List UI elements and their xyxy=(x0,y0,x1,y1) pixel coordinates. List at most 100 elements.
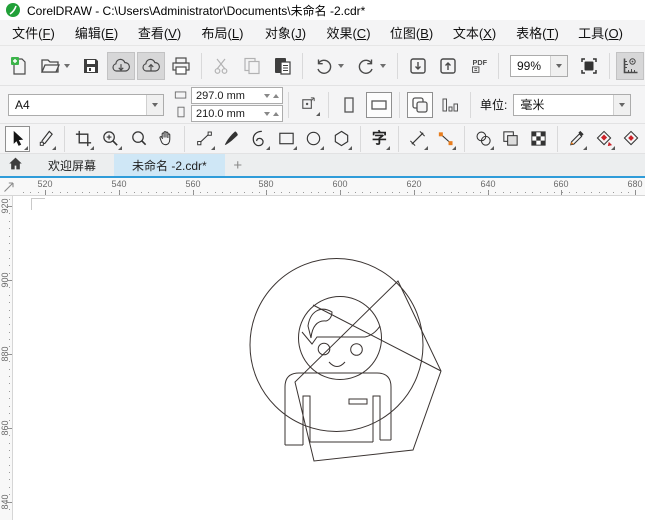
horizontal-ruler[interactable]: 520 540 560 580 600 620 640 660 680 xyxy=(0,178,645,196)
smile[interactable] xyxy=(328,361,346,367)
text-icon: 字 xyxy=(371,130,387,147)
welcome-home-button[interactable] xyxy=(0,154,30,176)
b-spline-tool[interactable] xyxy=(246,126,271,152)
portrait-button[interactable] xyxy=(336,92,362,118)
property-bar: A4 297.0 mm 210.0 mm 单位: 毫米 xyxy=(0,86,645,124)
ellipse-tool[interactable] xyxy=(301,126,326,152)
pan-tool[interactable] xyxy=(153,126,178,152)
zoom-level-combo[interactable]: 99% xyxy=(510,54,568,77)
import-button[interactable] xyxy=(404,52,432,80)
menu-effects[interactable]: 效果(C) xyxy=(317,23,380,42)
chevron-down-icon[interactable] xyxy=(146,94,163,115)
show-rulers-button[interactable] xyxy=(616,51,644,80)
pattern-fill-tool[interactable] xyxy=(526,126,551,152)
undo-button[interactable] xyxy=(309,52,349,80)
artwork[interactable] xyxy=(13,196,645,520)
pdf-share-button[interactable]: PDF xyxy=(464,52,492,80)
autofit-page-button[interactable] xyxy=(295,92,322,118)
redo-button[interactable] xyxy=(351,52,391,80)
ruler-label: 600 xyxy=(332,179,348,189)
chevron-down-icon[interactable] xyxy=(550,55,567,76)
all-pages-button[interactable] xyxy=(407,91,433,118)
titlebar: CorelDRAW - C:\Users\Administrator\Docum… xyxy=(0,0,645,20)
hair-curl[interactable] xyxy=(307,308,333,339)
export-button[interactable] xyxy=(434,52,462,80)
page-height-input[interactable]: 210.0 mm xyxy=(191,105,283,122)
vertical-ruler[interactable]: 920 900 880 860 840 xyxy=(0,196,13,520)
freehand-icon xyxy=(194,129,214,149)
right-strap[interactable] xyxy=(372,395,381,442)
new-document-button[interactable] xyxy=(5,52,33,80)
menu-object[interactable]: 对象(J) xyxy=(254,23,317,42)
dimension-tool[interactable] xyxy=(405,126,430,152)
zoom-level-value: 99% xyxy=(517,58,542,73)
menu-bitmap[interactable]: 位图(B) xyxy=(380,23,443,42)
diagonal-line[interactable] xyxy=(312,304,442,372)
artistic-media-tool[interactable] xyxy=(219,126,244,152)
units-label: 单位: xyxy=(480,98,508,112)
menu-tools[interactable]: 工具(O) xyxy=(569,23,632,42)
page-size-combo[interactable]: A4 xyxy=(8,93,164,116)
right-eye[interactable] xyxy=(350,343,363,356)
separator xyxy=(609,52,610,79)
rectangle-tool[interactable] xyxy=(274,126,299,152)
spinner-arrows[interactable] xyxy=(264,109,282,119)
drawing-canvas[interactable] xyxy=(13,196,645,520)
menubar: 文件(F) 编辑(E) 查看(V) 布局(L) 对象(J) 效果(C) 位图(B) 文本(X)… xyxy=(0,20,645,46)
document-tabbar: 欢迎屏幕 未命名 -2.cdr* + xyxy=(0,154,645,178)
zoom-in-tool[interactable] xyxy=(98,126,123,152)
cut-button[interactable] xyxy=(208,52,236,80)
paste-button[interactable] xyxy=(268,52,296,80)
landscape-button[interactable] xyxy=(366,91,392,118)
new-tab-button[interactable]: + xyxy=(225,154,251,176)
copy-button[interactable] xyxy=(238,52,266,80)
tab-welcome[interactable]: 欢迎屏幕 xyxy=(30,154,114,176)
text-tool[interactable]: 字 xyxy=(367,126,392,152)
menu-layout[interactable]: 布局(L) xyxy=(191,23,254,42)
units-combo[interactable]: 毫米 xyxy=(513,93,632,116)
pattern-fill-icon xyxy=(528,129,548,149)
torso[interactable] xyxy=(284,372,392,445)
current-page-button[interactable] xyxy=(437,92,463,118)
outer-circle[interactable] xyxy=(249,258,424,432)
fullscreen-preview-button[interactable] xyxy=(575,52,603,80)
chest-pocket[interactable] xyxy=(348,398,368,405)
rectangle-icon xyxy=(276,129,296,149)
tab-document[interactable]: 未命名 -2.cdr* xyxy=(114,154,225,176)
page-width-input[interactable]: 297.0 mm xyxy=(191,87,283,104)
freehand-tool[interactable] xyxy=(191,126,216,152)
toolbox: 字 xyxy=(0,124,645,154)
separator xyxy=(557,125,558,152)
smart-fill-tool[interactable] xyxy=(619,126,644,152)
shape-tool[interactable] xyxy=(32,126,57,152)
transparency-tool[interactable] xyxy=(498,126,523,152)
cloud-download-button[interactable] xyxy=(107,51,135,80)
color-eyedropper-tool[interactable] xyxy=(564,126,589,152)
save-button[interactable] xyxy=(77,52,105,80)
torso-bottom-edges[interactable] xyxy=(285,439,391,446)
menu-edit[interactable]: 编辑(E) xyxy=(65,23,128,42)
print-button[interactable] xyxy=(167,52,195,80)
cloud-upload-button[interactable] xyxy=(137,51,165,80)
interactive-fill-tool[interactable] xyxy=(591,126,616,152)
chevron-down-icon[interactable] xyxy=(613,94,631,115)
home-icon xyxy=(8,156,23,174)
pick-tool[interactable] xyxy=(5,125,31,152)
menu-text[interactable]: 文本(X) xyxy=(443,23,506,42)
artistic-media-icon xyxy=(221,129,241,149)
menu-view[interactable]: 查看(V) xyxy=(128,23,191,42)
connector-tool[interactable] xyxy=(432,126,457,152)
shape-icon xyxy=(35,129,55,149)
spinner-arrows[interactable] xyxy=(264,91,282,101)
window-title: CorelDRAW - C:\Users\Administrator\Docum… xyxy=(27,3,366,18)
separator xyxy=(184,125,186,152)
units-value: 毫米 xyxy=(520,98,545,112)
zoom-tool[interactable] xyxy=(126,126,151,152)
open-button[interactable] xyxy=(35,52,75,80)
crop-tool[interactable] xyxy=(71,126,96,152)
menu-table[interactable]: 表格(T) xyxy=(506,23,569,42)
drop-shadow-tool[interactable] xyxy=(471,126,496,152)
copy-icon xyxy=(242,56,262,76)
polygon-tool[interactable] xyxy=(328,126,353,152)
menu-file[interactable]: 文件(F) xyxy=(2,23,65,42)
